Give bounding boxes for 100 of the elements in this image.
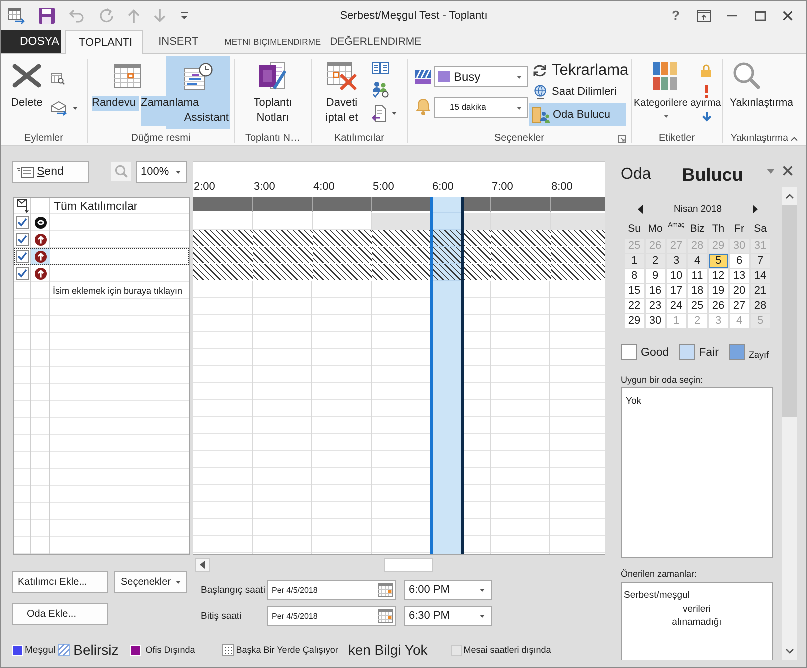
- start-date-field[interactable]: Per 4/5/2018: [267, 580, 396, 600]
- end-date-field[interactable]: Per 4/5/2018: [267, 606, 396, 626]
- appointment-button[interactable]: Randevu: [91, 56, 141, 129]
- calendar-day[interactable]: 3: [667, 254, 686, 268]
- calendar-app-icon[interactable]: [8, 8, 25, 24]
- calendar-day[interactable]: 6: [730, 254, 749, 268]
- calendar-day[interactable]: 8: [625, 269, 644, 283]
- calendar-day[interactable]: 29: [625, 314, 644, 328]
- show-as-dropdown[interactable]: Busy: [434, 66, 528, 87]
- weekday-label: Mo: [648, 223, 663, 235]
- scroll-down-icon[interactable]: [786, 648, 794, 654]
- calendar-day[interactable]: 1: [625, 254, 644, 268]
- add-room-button[interactable]: Oda Ekle...: [12, 603, 108, 625]
- exclamation-icon[interactable]: [704, 85, 709, 98]
- legend-label: Zayıf: [748, 350, 769, 360]
- people-check-icon[interactable]: [372, 81, 389, 98]
- hour-label: 8:00: [552, 181, 573, 193]
- selected-time-range[interactable]: [430, 197, 464, 554]
- save-icon[interactable]: [39, 8, 55, 24]
- start-time-dropdown[interactable]: 6:00 PM: [404, 580, 492, 600]
- calendar-day[interactable]: 23: [646, 299, 665, 313]
- zoom-button[interactable]: Yakınlaştırma: [730, 56, 794, 129]
- calendar-day[interactable]: 14: [751, 269, 770, 283]
- calendar-day[interactable]: 24: [667, 299, 686, 313]
- collapse-ribbon-icon[interactable]: [791, 137, 798, 141]
- ribbon-tab[interactable]: INSERT: [142, 30, 213, 53]
- mail-sort-icon[interactable]: [16, 199, 28, 213]
- calendar-day[interactable]: 18: [688, 284, 707, 298]
- down-arrow-icon[interactable]: [702, 112, 712, 122]
- calendar-day[interactable]: 30: [646, 314, 665, 328]
- document-arrow-icon[interactable]: [372, 105, 386, 122]
- calendar-day[interactable]: 20: [730, 284, 749, 298]
- close-icon[interactable]: [783, 166, 793, 176]
- next-month-icon[interactable]: [753, 204, 758, 214]
- scrollbar-thumb[interactable]: [782, 205, 797, 417]
- room-item[interactable]: Yok: [626, 396, 768, 407]
- dialog-launcher-icon[interactable]: [618, 135, 626, 143]
- caret-icon[interactable]: [767, 169, 775, 174]
- scheduling-assistant-button[interactable]: Zamanlama Assistant: [141, 56, 230, 129]
- help-button[interactable]: ?: [672, 8, 680, 22]
- file-menu-tab[interactable]: DOSYA: [1, 30, 61, 53]
- customize-caret-icon[interactable]: [180, 12, 189, 20]
- calendar-day[interactable]: 10: [667, 269, 686, 283]
- calendar-day[interactable]: 26: [709, 299, 728, 313]
- minimize-icon[interactable]: [727, 14, 737, 16]
- calendar-icon[interactable]: [378, 583, 393, 597]
- envelope-arrow-icon[interactable]: [51, 101, 68, 116]
- add-attendee-button[interactable]: Katılımcı Ekle...: [12, 571, 108, 593]
- calendar-day[interactable]: 17: [667, 284, 686, 298]
- calendar-icon[interactable]: [378, 609, 393, 623]
- schedule-clock-icon: [184, 62, 213, 90]
- ribbon-tab[interactable]: METNI BIÇIMLENDIRME: [212, 30, 326, 53]
- categorize-button[interactable]: Kategorilere ayırma: [634, 56, 722, 129]
- maximize-icon[interactable]: [754, 10, 766, 20]
- checkbox[interactable]: [16, 250, 29, 263]
- scroll-up-icon[interactable]: [786, 194, 794, 198]
- calendar-day[interactable]: 7: [751, 254, 770, 268]
- reminder-dropdown[interactable]: 15 dakika: [434, 96, 528, 118]
- calendar-day[interactable]: 2: [646, 254, 665, 268]
- options-button[interactable]: Seçenekler: [114, 571, 187, 593]
- send-button[interactable]: Send: [12, 161, 89, 183]
- calendar-search-icon[interactable]: [51, 73, 65, 85]
- calendar-day[interactable]: 19: [709, 284, 728, 298]
- calendar-day[interactable]: 9: [646, 269, 665, 283]
- meeting-notes-button[interactable]: Toplantı Notları: [235, 56, 311, 129]
- checkbox[interactable]: [16, 216, 29, 229]
- calendar-day[interactable]: 28: [751, 299, 770, 313]
- calendar-day[interactable]: 22: [625, 299, 644, 313]
- calendar-day[interactable]: 13: [730, 269, 749, 283]
- add-attendee-prompt[interactable]: İsim eklemek için buraya tıklayın: [53, 284, 183, 296]
- close-icon[interactable]: [783, 10, 793, 20]
- delete-button[interactable]: Delete: [7, 56, 47, 129]
- address-book-icon[interactable]: [372, 62, 389, 74]
- room-finder-button[interactable]: Oda Bulucu: [529, 103, 626, 126]
- calendar-day[interactable]: 27: [730, 299, 749, 313]
- ribbon-display-icon[interactable]: [697, 10, 711, 22]
- end-time-dropdown[interactable]: 6:30 PM: [404, 606, 492, 626]
- calendar-day[interactable]: 21: [751, 284, 770, 298]
- checkbox[interactable]: [16, 267, 29, 280]
- scroll-left-button[interactable]: [195, 558, 210, 572]
- caret-icon[interactable]: [392, 112, 397, 115]
- time-zones-button[interactable]: Saat Dilimleri: [529, 84, 617, 100]
- calendar-day[interactable]: 16: [646, 284, 665, 298]
- attendee-row[interactable]: [14, 248, 189, 265]
- ribbon-tab[interactable]: TOPLANTI: [65, 30, 143, 54]
- calendar-day[interactable]: 15: [625, 284, 644, 298]
- calendar-day[interactable]: 5: [709, 254, 728, 268]
- previous-month-icon[interactable]: [638, 204, 643, 214]
- calendar-day[interactable]: 11: [688, 269, 707, 283]
- recurrence-button[interactable]: Tekrarlama: [529, 61, 629, 81]
- checkbox[interactable]: [16, 233, 29, 246]
- caret-icon: [517, 106, 522, 110]
- zoom-dropdown[interactable]: 100%: [136, 161, 187, 183]
- scrollbar-thumb[interactable]: [384, 558, 433, 572]
- caret-icon[interactable]: [73, 107, 78, 110]
- ribbon-tab[interactable]: DEĞERLENDIRME: [325, 30, 426, 53]
- calendar-day[interactable]: 4: [688, 254, 707, 268]
- cancel-invitation-button[interactable]: Daveti iptal et: [319, 56, 365, 129]
- calendar-day[interactable]: 25: [688, 299, 707, 313]
- calendar-day[interactable]: 12: [709, 269, 728, 283]
